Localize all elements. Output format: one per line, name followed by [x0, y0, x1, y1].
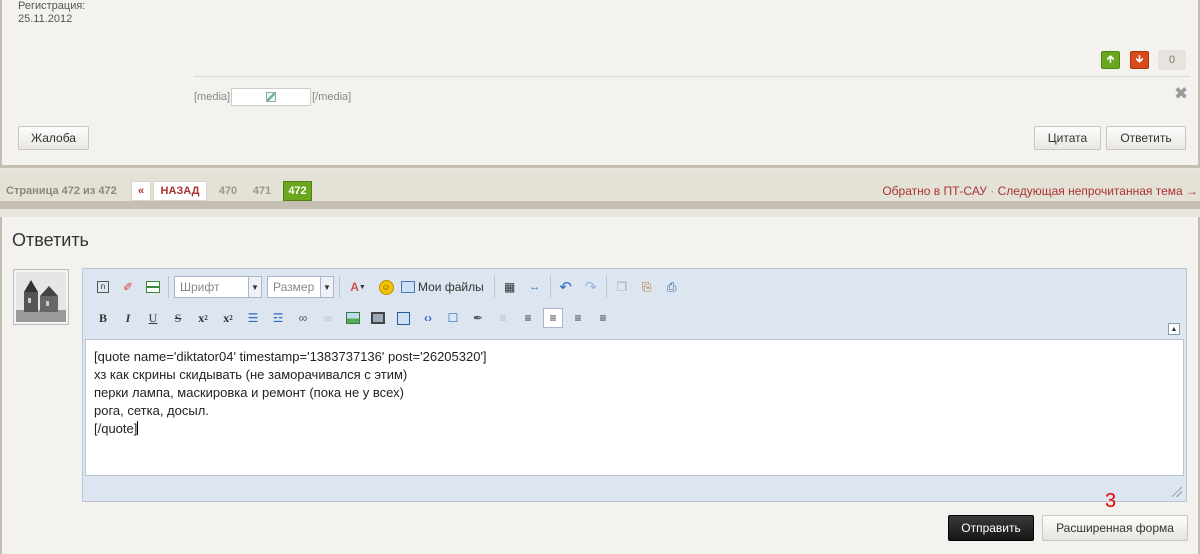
reply-button[interactable]: Ответить [1106, 126, 1186, 150]
paste-icon[interactable]: ⎘ [637, 277, 657, 297]
smiley-icon[interactable]: ☺ [376, 277, 396, 297]
gift-icon[interactable]: ▦ [500, 277, 520, 297]
text-line: перки лампа, маскировка и ремонт (пока н… [94, 385, 404, 400]
text-line: хз как скрины скидывать (не заморачивалс… [94, 367, 408, 382]
underline-icon[interactable]: U [143, 308, 163, 328]
close-icon[interactable]: ✖ [1174, 84, 1188, 104]
arrow-up-icon: 🡱 [1106, 53, 1115, 65]
vote-count: 0 [1158, 50, 1186, 70]
extended-form-button[interactable]: Расширенная форма [1042, 515, 1188, 541]
bold-icon[interactable]: B [93, 308, 113, 328]
italic-icon[interactable]: I [118, 308, 138, 328]
vote-up-button[interactable]: 🡱 [1101, 51, 1120, 69]
superscript-icon[interactable]: x2 [218, 308, 238, 328]
toolbar-separator [168, 276, 169, 298]
font-select-value: Шрифт [180, 280, 220, 294]
media-close-tag: [/media] [312, 91, 352, 103]
size-select-value: Размер [273, 280, 315, 294]
page-link-471[interactable]: 471 [249, 181, 275, 201]
font-select[interactable]: Шрифт ▼ [174, 276, 262, 298]
toolbar-separator [339, 276, 340, 298]
vote-down-button[interactable]: 🡳 [1130, 51, 1149, 69]
my-files-button[interactable]: Мои файлы [401, 280, 484, 294]
media-embed: [media] [/media] [194, 88, 351, 106]
quote-bubble-icon[interactable]: ☐ [443, 308, 463, 328]
link-icon[interactable]: ∞ [293, 308, 313, 328]
media-icon[interactable] [393, 308, 413, 328]
bullet-list-icon[interactable]: ☰ [243, 308, 263, 328]
reply-section: Ответить n ✐ Шрифт ▼ Размер ▼ A ▼ ☺ Мои фай… [0, 217, 1200, 554]
code-icon[interactable]: ‹› [418, 308, 438, 328]
editor: n ✐ Шрифт ▼ Размер ▼ A ▼ ☺ Мои файлы ▦ ↔ ↶ … [82, 268, 1187, 502]
resize-handle[interactable] [1172, 487, 1182, 497]
complaint-button[interactable]: Жалоба [18, 126, 89, 150]
toolbar-collapse-button[interactable]: ▲ [1168, 323, 1180, 335]
quote-button[interactable]: Цитата [1034, 126, 1101, 150]
arrow-down-icon: 🡳 [1135, 53, 1144, 65]
reply-title: Ответить [12, 230, 89, 250]
source-icon[interactable]: n [93, 277, 113, 297]
registration-label: Регистрация: [18, 0, 86, 12]
page-current: 472 [283, 181, 312, 201]
outdent-icon[interactable]: ≡ [493, 308, 513, 328]
undo-icon[interactable]: ↶ [556, 277, 576, 297]
topic-nav-links: Обратно в ПТ-САУ · Следующая непрочитанн… [882, 184, 1198, 198]
text-line: [quote name='diktator04' timestamp='1383… [94, 349, 487, 364]
toolbar-separator [605, 276, 607, 298]
strikethrough-icon[interactable]: S [168, 308, 188, 328]
horizontal-rule-icon[interactable] [143, 277, 163, 297]
align-left-icon[interactable]: ≡ [543, 308, 563, 328]
indent-icon[interactable]: ≡ [518, 308, 538, 328]
unlink-icon[interactable]: ∞ [318, 308, 338, 328]
my-files-label: Мои файлы [418, 280, 484, 294]
size-select[interactable]: Размер ▼ [267, 276, 334, 298]
text-line: рога, сетка, досыл. [94, 403, 209, 418]
send-button[interactable]: Отправить [948, 515, 1034, 541]
chevron-down-icon: ▼ [248, 277, 261, 297]
link-separator: · [986, 184, 998, 198]
toolbar-row-1: n ✐ Шрифт ▼ Размер ▼ A ▼ ☺ Мои файлы ▦ ↔ ↶ … [93, 276, 687, 298]
broken-image [231, 88, 312, 106]
registration-date: 25.11.2012 [18, 13, 73, 25]
image-icon[interactable] [343, 308, 363, 328]
translate-icon[interactable]: ↔ [525, 277, 545, 297]
align-center-icon[interactable]: ≡ [568, 308, 588, 328]
page-link-470[interactable]: 470 [215, 181, 241, 201]
align-right-icon[interactable]: ≡ [593, 308, 613, 328]
media-open-tag: [media] [194, 91, 231, 103]
pagination-bar: Страница 472 из 472 « НАЗАД 470 471 472 … [0, 171, 1200, 209]
toolbar-separator [549, 276, 551, 298]
reply-textarea[interactable]: [quote name='diktator04' timestamp='1383… [85, 339, 1184, 476]
numbered-list-icon[interactable]: ☲ [268, 308, 288, 328]
text-caret [137, 421, 139, 435]
subscript-icon[interactable]: x2 [193, 308, 213, 328]
annotation-number: 3 [1105, 490, 1117, 512]
post-divider [194, 76, 1190, 77]
next-unread-link[interactable]: Следующая непрочитанная тема → [998, 184, 1198, 198]
page-back-button[interactable]: НАЗАД [153, 181, 207, 201]
eraser-icon[interactable]: ✐ [118, 277, 138, 297]
paste-word-icon[interactable]: ⎙ [662, 277, 682, 297]
toolbar-row-2: B I U S x2 x2 ☰ ☲ ∞ ∞ ‹› ☐ ✒ ≡ ≡ ≡ ≡ ≡ [93, 307, 618, 329]
page-indicator: Страница 472 из 472 [6, 185, 117, 197]
files-icon [401, 281, 415, 293]
page-first-button[interactable]: « [131, 181, 151, 201]
avatar [13, 269, 69, 325]
copy-icon[interactable]: ❐ [612, 277, 632, 297]
triangle-up-icon: ▲ [1170, 325, 1178, 333]
text-line: [/quote] [94, 421, 138, 436]
toolbar-separator [493, 276, 495, 298]
video-icon[interactable] [368, 308, 388, 328]
spoiler-icon[interactable]: ✒ [468, 308, 488, 328]
text-color-icon[interactable]: A ▼ [345, 277, 371, 297]
redo-icon[interactable]: ↷ [581, 277, 601, 297]
back-to-forum-link[interactable]: Обратно в ПТ-САУ [882, 184, 987, 198]
broken-image-icon [266, 92, 277, 102]
text-line-last: [/quote] [94, 420, 1175, 438]
chevron-down-icon: ▼ [320, 277, 333, 297]
post-block: Регистрация: 25.11.2012 🡱 🡳 0 [media] [/… [0, 0, 1200, 168]
